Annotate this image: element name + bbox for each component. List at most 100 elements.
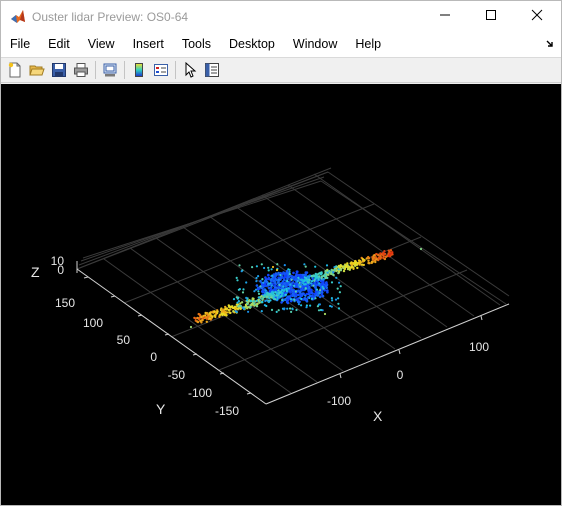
lidar-point xyxy=(232,298,236,301)
lidar-point xyxy=(305,306,308,309)
lidar-point xyxy=(326,268,329,272)
lidar-point xyxy=(310,274,314,278)
lidar-point xyxy=(290,310,293,313)
lidar-point xyxy=(390,251,393,255)
link-plot-icon[interactable] xyxy=(99,59,121,81)
lidar-point xyxy=(283,264,286,267)
lidar-point xyxy=(334,298,338,301)
lidar-point xyxy=(354,261,357,264)
lidar-point xyxy=(269,278,273,282)
lidar-point xyxy=(258,301,261,304)
menu-view[interactable]: View xyxy=(79,32,124,57)
lidar-point xyxy=(303,263,306,266)
title-bar[interactable]: Ouster lidar Preview: OS0-64 xyxy=(1,1,561,32)
lidar-point xyxy=(256,302,259,306)
lidar-point xyxy=(301,292,305,295)
x-tick-label: 100 xyxy=(469,340,489,354)
lidar-point xyxy=(238,304,241,307)
lidar-point xyxy=(257,296,260,299)
lidar-point xyxy=(261,297,264,300)
lidar-point xyxy=(304,273,308,277)
lidar-point xyxy=(368,262,371,265)
lidar-point xyxy=(290,278,293,281)
lidar-point xyxy=(335,265,338,268)
lidar-point xyxy=(295,270,299,273)
lidar-point xyxy=(377,254,380,257)
x-tick-label: -100 xyxy=(327,394,351,408)
y-tick-label: -150 xyxy=(215,404,239,418)
lidar-point xyxy=(268,289,272,293)
legend-icon[interactable] xyxy=(150,59,172,81)
menu-insert[interactable]: Insert xyxy=(124,32,173,57)
pointer-icon[interactable] xyxy=(179,59,201,81)
menu-tools[interactable]: Tools xyxy=(173,32,220,57)
lidar-point xyxy=(274,288,277,291)
menu-file[interactable]: File xyxy=(1,32,39,57)
lidar-point xyxy=(266,291,269,294)
menu-help[interactable]: Help xyxy=(346,32,390,57)
plot-area[interactable]: Z Y X 10 0 150 100 50 0 -50 -100 -150 -1… xyxy=(1,84,561,505)
lidar-point xyxy=(299,274,302,277)
lidar-point xyxy=(361,258,364,261)
lidar-point xyxy=(236,301,239,304)
lidar-point xyxy=(228,311,231,314)
lidar-point xyxy=(294,290,297,293)
dock-arrow-icon[interactable] xyxy=(545,38,555,48)
lidar-point xyxy=(259,279,262,283)
lidar-point xyxy=(317,309,321,312)
minimize-icon xyxy=(439,8,451,26)
lidar-point xyxy=(284,284,287,288)
lidar-point xyxy=(194,319,197,322)
print-icon[interactable] xyxy=(70,59,92,81)
lidar-point xyxy=(235,303,239,306)
save-icon[interactable] xyxy=(48,59,70,81)
menu-edit[interactable]: Edit xyxy=(39,32,79,57)
lidar-point xyxy=(289,307,292,310)
colorbar-icon[interactable] xyxy=(128,59,150,81)
lidar-point xyxy=(255,305,259,308)
lidar-point xyxy=(331,299,334,302)
lidar-point xyxy=(371,257,374,261)
lidar-point xyxy=(303,280,306,283)
axis-tick xyxy=(480,315,483,321)
lidar-point xyxy=(382,255,385,258)
lidar-point xyxy=(229,308,232,311)
lidar-point xyxy=(189,325,193,329)
property-editor-icon[interactable] xyxy=(201,59,223,81)
lidar-point xyxy=(232,310,235,313)
new-figure-icon[interactable] xyxy=(4,59,26,81)
lidar-point xyxy=(336,287,339,290)
y-tick-label: 0 xyxy=(150,350,157,364)
menu-desktop[interactable]: Desktop xyxy=(220,32,284,57)
lidar-point xyxy=(318,295,322,299)
open-file-icon[interactable] xyxy=(26,59,48,81)
lidar-point xyxy=(270,294,273,297)
lidar-point xyxy=(198,318,201,321)
lidar-point xyxy=(240,270,243,273)
lidar-point xyxy=(304,287,307,290)
axis-tick xyxy=(339,373,342,379)
lidar-point xyxy=(241,291,245,294)
lidar-point xyxy=(275,298,279,301)
axis-tick xyxy=(110,295,116,298)
close-button[interactable] xyxy=(514,1,560,32)
lidar-point xyxy=(284,293,288,296)
lidar-point xyxy=(242,307,246,311)
lidar-point xyxy=(309,282,313,285)
menu-window[interactable]: Window xyxy=(284,32,346,57)
lidar-point xyxy=(267,277,270,281)
lidar-point xyxy=(249,299,252,303)
lidar-point xyxy=(339,285,342,288)
lidar-point xyxy=(236,279,239,282)
maximize-button[interactable] xyxy=(468,1,514,32)
lidar-point xyxy=(330,268,333,272)
minimize-button[interactable] xyxy=(422,1,468,32)
lidar-point xyxy=(271,274,274,277)
lidar-point xyxy=(300,297,303,301)
point-cloud-axes[interactable]: Z Y X 10 0 150 100 50 0 -50 -100 -150 -1… xyxy=(1,84,561,505)
lidar-point xyxy=(374,256,377,259)
lidar-point xyxy=(273,280,277,284)
lidar-point xyxy=(297,293,300,297)
toolbar-separator xyxy=(124,61,125,79)
lidar-point xyxy=(257,292,261,295)
